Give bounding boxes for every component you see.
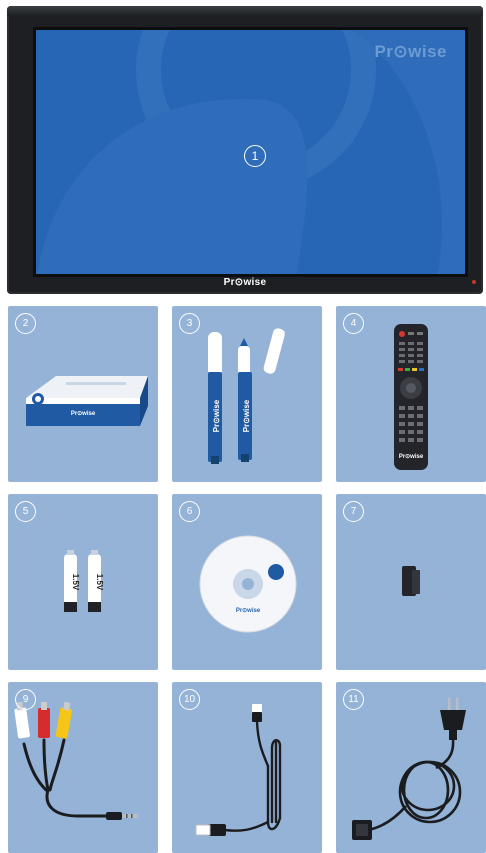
item-number-badge: 6 bbox=[179, 501, 200, 522]
interactive-display: Pr⊙wise 1 Pr⊙wise bbox=[7, 6, 483, 294]
item-tile-9: 9 bbox=[8, 682, 158, 853]
item-number-badge: 4 bbox=[343, 313, 364, 334]
item-tile-3: Pr⊙wise Pr⊙wise 3 bbox=[172, 306, 322, 482]
bezel-logo: Pr⊙wise bbox=[223, 277, 267, 288]
display-bezel-top bbox=[7, 6, 483, 16]
item-number-badge: 11 bbox=[343, 689, 364, 710]
pen-logo: Pr⊙wise bbox=[242, 399, 251, 432]
item-number-badge: 9 bbox=[15, 689, 36, 710]
battery-label: 1.5V bbox=[71, 574, 80, 591]
item-number-badge: 1 bbox=[244, 145, 266, 167]
item-number-badge: 5 bbox=[15, 501, 36, 522]
item-number-badge: 10 bbox=[179, 689, 200, 710]
power-led-icon bbox=[472, 280, 476, 284]
item-number-badge: 7 bbox=[343, 501, 364, 522]
item-tile-2: Pr⊙wise 2 bbox=[8, 306, 158, 482]
item-tile-4: Pr⊙wise 4 bbox=[336, 306, 486, 482]
item-tile-6: Pr⊙wise 6 bbox=[172, 494, 322, 670]
item-number-badge: 2 bbox=[15, 313, 36, 334]
box-logo: Pr⊙wise bbox=[71, 411, 96, 417]
battery-label: 1.5V bbox=[95, 574, 104, 591]
remote-logo: Pr⊙wise bbox=[399, 454, 424, 460]
item-tile-7: 7 bbox=[336, 494, 486, 670]
cd-logo: Pr⊙wise bbox=[236, 608, 261, 614]
screen-logo: Pr⊙wise bbox=[374, 42, 447, 61]
item-tile-11: 11 bbox=[336, 682, 486, 853]
pen-logo: Pr⊙wise bbox=[212, 399, 221, 432]
item-number-badge: 3 bbox=[179, 313, 200, 334]
item-tile-10: 10 bbox=[172, 682, 322, 853]
item-tile-5: 1.5V 1.5V 5 bbox=[8, 494, 158, 670]
display-screen: Pr⊙wise 1 bbox=[33, 27, 468, 277]
